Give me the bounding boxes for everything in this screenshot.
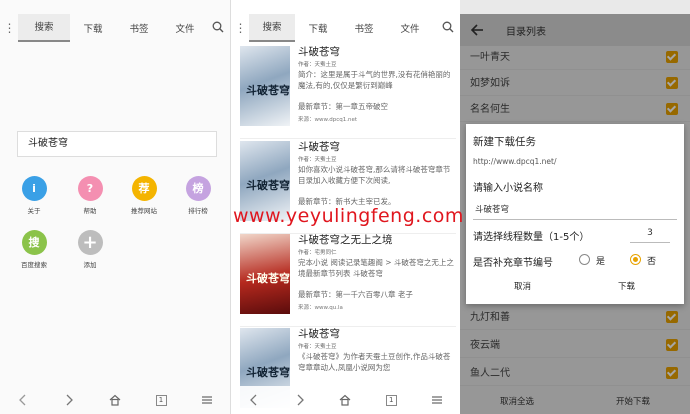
recommend-icon: 荐 bbox=[131, 176, 157, 201]
tabs-button[interactable]: 1 bbox=[151, 390, 171, 410]
result-author: 作者：宅男同仁 bbox=[298, 250, 337, 256]
book-cover: 斗破苍穹 bbox=[240, 46, 290, 126]
shortcut-label: 百度搜索 bbox=[21, 261, 47, 269]
forward-button[interactable] bbox=[59, 390, 79, 410]
search-result-item[interactable]: 斗破苍穹 斗破苍穹 作者：天蚕土豆 简介：这里是属于斗气的世界,没有花俏艳丽的魔… bbox=[240, 44, 456, 139]
shortcut-label: 帮助 bbox=[83, 207, 97, 215]
shortcut-ranking[interactable]: 榜 排行榜 bbox=[178, 176, 218, 215]
result-description: 如你喜欢小说斗破苍穹,那么请将斗破苍穹章节目录加入收藏方便下次阅读, bbox=[298, 165, 451, 185]
result-title: 斗破苍穹之无上之境 bbox=[298, 234, 393, 246]
shortcut-recommended-sites[interactable]: 荐 推荐网站 bbox=[124, 176, 164, 215]
tab-count: 1 bbox=[385, 394, 397, 406]
search-icon[interactable] bbox=[442, 21, 454, 33]
radio-no[interactable] bbox=[630, 254, 641, 265]
cover-title: 斗破苍穹 bbox=[246, 272, 290, 285]
tab-count: 1 bbox=[155, 394, 167, 406]
result-author: 作者：天蚕土豆 bbox=[298, 62, 337, 68]
pad-chapter-number-label: 是否补充章节编号 bbox=[473, 258, 553, 269]
ranking-icon: 榜 bbox=[185, 176, 211, 201]
overflow-menu-icon[interactable]: ⋮ bbox=[0, 21, 18, 35]
cancel-button[interactable]: 取消 bbox=[514, 280, 531, 292]
back-button[interactable] bbox=[244, 390, 264, 410]
result-title: 斗破苍穹 bbox=[298, 141, 340, 153]
hamburger-icon bbox=[432, 396, 443, 404]
shortcut-help[interactable]: ? 帮助 bbox=[70, 176, 110, 215]
result-source: 来源：www.qu.la bbox=[298, 305, 343, 311]
shortcut-baidu-search[interactable]: 搜 百度搜索 bbox=[14, 230, 54, 269]
radio-no-label: 否 bbox=[647, 257, 657, 267]
watermark-text: www.yeyulingfeng.com bbox=[233, 205, 464, 227]
thread-count-label: 请选择线程数量（1-5个） bbox=[473, 232, 590, 243]
result-title: 斗破苍穹 bbox=[298, 46, 340, 58]
download-button[interactable]: 下载 bbox=[618, 280, 635, 292]
tabs-button[interactable]: 1 bbox=[381, 390, 401, 410]
back-button[interactable] bbox=[13, 390, 33, 410]
dialog-title: 新建下载任务 bbox=[473, 136, 536, 148]
result-description: 《斗破苍穹》为作者天蚕土豆创作,作品斗破苍穹章章动人,凤凰小说网为您 bbox=[298, 352, 451, 372]
result-description: 完本小说 阅读记录笔趣阁 > 斗破苍穹之无上之境最新章节列表 斗破苍穹 bbox=[298, 258, 454, 278]
home-button[interactable] bbox=[335, 390, 355, 410]
menu-button[interactable] bbox=[197, 390, 217, 410]
new-download-dialog: 新建下载任务 http://www.dpcq1.net/ 请输入小说名称 斗破苍… bbox=[466, 124, 684, 304]
search-icon[interactable] bbox=[212, 21, 224, 33]
search-home-panel: ⋮ 搜索 下载 书签 文件 斗破苍穹 i 关于 ? 帮助 荐 推荐网站 榜 排行… bbox=[0, 0, 230, 414]
chevron-right-icon bbox=[297, 394, 304, 406]
source-url: http://www.dpcq1.net/ bbox=[473, 157, 557, 166]
shortcut-about[interactable]: i 关于 bbox=[14, 176, 54, 215]
overflow-menu-icon[interactable]: ⋮ bbox=[231, 21, 249, 35]
home-button[interactable] bbox=[105, 390, 125, 410]
tab-download[interactable]: 下载 bbox=[295, 21, 341, 35]
page-title: 目录列表 bbox=[506, 27, 546, 38]
home-icon bbox=[340, 394, 351, 406]
shortcut-label: 推荐网站 bbox=[131, 207, 157, 215]
home-icon bbox=[109, 394, 121, 406]
result-latest-chapter: 最新章节：第一千六百零八章 老子 bbox=[298, 290, 413, 299]
tab-search[interactable]: 搜索 bbox=[18, 14, 70, 42]
app-bar: 目录列表 bbox=[460, 14, 690, 46]
tab-download[interactable]: 下载 bbox=[70, 21, 116, 35]
bottom-navbar: 1 bbox=[0, 386, 230, 414]
novel-name-input[interactable]: 斗破苍穹 bbox=[473, 200, 677, 220]
tab-search[interactable]: 搜索 bbox=[249, 14, 295, 42]
plus-icon: + bbox=[77, 230, 103, 255]
shortcut-label: 关于 bbox=[27, 207, 41, 215]
shortcut-add[interactable]: + 添加 bbox=[70, 230, 110, 269]
chapter-list-panel: 目录列表 一叶青天 如梦如诉 名名何生 九灯和善 夜云端 鱼人二代 取消全选 开… bbox=[460, 0, 690, 414]
result-author: 作者：天蚕土豆 bbox=[298, 344, 337, 350]
chevron-right-icon bbox=[66, 394, 73, 406]
radio-yes[interactable] bbox=[579, 254, 590, 265]
search-input[interactable]: 斗破苍穹 bbox=[17, 131, 217, 157]
shortcut-label: 排行榜 bbox=[188, 207, 208, 215]
tab-bookmarks[interactable]: 书签 bbox=[116, 21, 162, 35]
chevron-left-icon bbox=[249, 394, 257, 406]
forward-button[interactable] bbox=[290, 390, 310, 410]
cover-title: 斗破苍穹 bbox=[246, 366, 290, 379]
chevron-left-icon bbox=[19, 394, 26, 406]
help-icon: ? bbox=[77, 176, 103, 201]
bottom-navbar: 1 bbox=[231, 386, 460, 414]
result-description: 简介：这里是属于斗气的世界,没有花俏艳丽的魔法,有的,仅仅是繁衍到巅峰 bbox=[298, 70, 451, 90]
top-tabs: ⋮ 搜索 下载 书签 文件 bbox=[231, 14, 460, 42]
search-result-item[interactable]: 斗破苍穹 斗破苍穹之无上之境 作者：宅男同仁 完本小说 阅读记录笔趣阁 > 斗破… bbox=[240, 232, 456, 327]
result-author: 作者：天蚕土豆 bbox=[298, 157, 337, 163]
tab-files[interactable]: 文件 bbox=[387, 21, 433, 35]
menu-button[interactable] bbox=[427, 390, 447, 410]
result-source: 来源：www.dpcq1.net bbox=[298, 117, 358, 123]
arrow-left-icon[interactable] bbox=[470, 23, 484, 37]
novel-name-label: 请输入小说名称 bbox=[473, 183, 543, 194]
hamburger-icon bbox=[202, 396, 212, 404]
thread-count-input[interactable]: 3 bbox=[630, 223, 670, 243]
top-tabs: ⋮ 搜索 下载 书签 文件 bbox=[0, 14, 230, 42]
radio-yes-label: 是 bbox=[596, 257, 606, 267]
info-icon: i bbox=[21, 176, 47, 201]
book-cover: 斗破苍穹 bbox=[240, 234, 290, 314]
tab-files[interactable]: 文件 bbox=[162, 21, 208, 35]
cover-title: 斗破苍穹 bbox=[246, 179, 290, 192]
shortcut-label: 添加 bbox=[83, 261, 97, 269]
cover-title: 斗破苍穹 bbox=[246, 84, 290, 97]
tab-bookmarks[interactable]: 书签 bbox=[341, 21, 387, 35]
baidu-search-icon: 搜 bbox=[21, 230, 47, 255]
result-title: 斗破苍穹 bbox=[298, 328, 340, 340]
result-latest-chapter: 最新章节：第一章五帝破空 bbox=[298, 102, 388, 111]
